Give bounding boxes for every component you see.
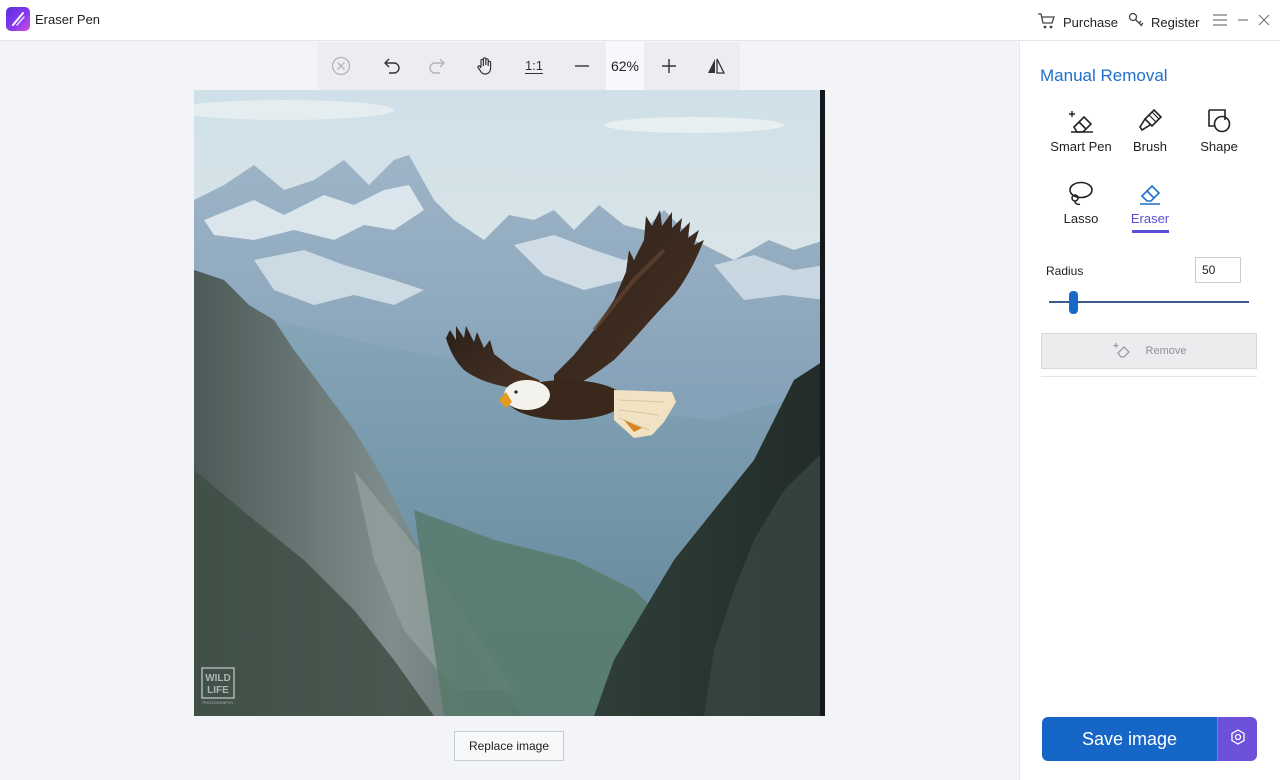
purchase-label: Purchase	[1063, 15, 1118, 30]
compare-icon[interactable]	[704, 54, 728, 78]
panel-divider	[1041, 376, 1257, 377]
purchase-button[interactable]: Purchase	[1037, 12, 1118, 33]
cart-icon	[1037, 12, 1057, 33]
canvas-toolbar: 1:1 62%	[318, 42, 740, 90]
zoom-in-icon[interactable]	[657, 54, 681, 78]
watermark-line2: LIFE	[207, 685, 229, 696]
tool-label: Shape	[1200, 139, 1238, 154]
active-tool-indicator	[1132, 230, 1169, 233]
manual-removal-panel: Manual Removal Smart Pen Brush Shape Las…	[1019, 41, 1280, 780]
clear-icon[interactable]	[329, 54, 353, 78]
app-logo-icon	[6, 7, 30, 31]
tool-eraser[interactable]: Eraser	[1115, 179, 1185, 235]
zoom-level: 62%	[606, 42, 644, 90]
shape-icon	[1184, 107, 1254, 135]
radius-slider-track[interactable]	[1049, 301, 1249, 303]
brush-icon	[1115, 107, 1185, 135]
replace-image-button[interactable]: Replace image	[454, 731, 564, 761]
remove-button[interactable]: Remove	[1041, 333, 1257, 369]
title-bar: Eraser Pen Purchase Register	[0, 0, 1280, 41]
watermark-line3: PHOTOGRAPHY	[202, 700, 233, 705]
app-title: Eraser Pen	[35, 12, 101, 27]
tool-shape[interactable]: Shape	[1184, 107, 1254, 163]
edited-image[interactable]: WILD LIFE PHOTOGRAPHY	[194, 90, 825, 716]
smart-pen-icon	[1046, 107, 1116, 135]
register-button[interactable]: Register	[1128, 12, 1199, 32]
radius-slider-handle[interactable]	[1069, 291, 1078, 314]
actual-size-label: 1:1	[524, 57, 544, 74]
eraser-icon	[1115, 179, 1185, 207]
minimize-icon[interactable]	[1234, 11, 1252, 29]
panel-title: Manual Removal	[1040, 66, 1168, 85]
remove-label: Remove	[1145, 345, 1187, 357]
radius-label: Radius	[1046, 264, 1084, 278]
key-icon	[1128, 12, 1145, 32]
menu-icon[interactable]	[1211, 11, 1229, 29]
undo-icon[interactable]	[379, 54, 403, 78]
lasso-icon	[1046, 179, 1116, 207]
canvas-area: 1:1 62% WILD LIFE PHOTOGRAPHY Replace im…	[0, 41, 1019, 780]
hand-pan-icon[interactable]	[473, 54, 497, 78]
zoom-out-icon[interactable]	[570, 54, 594, 78]
watermark-line1: WILD	[205, 673, 231, 684]
save-settings-button[interactable]	[1217, 717, 1257, 761]
save-image-button[interactable]: Save image	[1042, 717, 1217, 761]
redo-icon[interactable]	[426, 54, 450, 78]
actual-size-button[interactable]: 1:1	[521, 54, 547, 78]
close-icon[interactable]	[1255, 11, 1273, 29]
radius-input[interactable]: 50	[1195, 257, 1241, 283]
register-label: Register	[1151, 14, 1200, 30]
magic-eraser-icon	[1112, 341, 1132, 362]
tool-smart-pen[interactable]: Smart Pen	[1046, 107, 1116, 163]
tool-brush[interactable]: Brush	[1115, 107, 1185, 163]
settings-hexagon-icon	[1229, 728, 1247, 751]
tool-label: Eraser	[1130, 211, 1170, 226]
tool-lasso[interactable]: Lasso	[1046, 179, 1116, 235]
tool-label: Brush	[1133, 139, 1167, 154]
tool-label: Smart Pen	[1050, 139, 1112, 154]
tool-label: Lasso	[1063, 211, 1099, 226]
